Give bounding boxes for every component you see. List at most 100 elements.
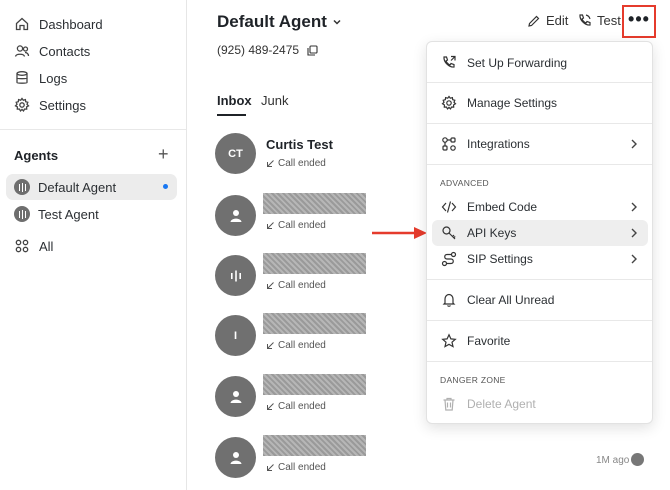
call-status: Call ended xyxy=(266,401,326,412)
waveform-icon xyxy=(14,179,30,195)
menu-item-integrations[interactable]: Integrations xyxy=(432,131,648,157)
chevron-right-icon xyxy=(631,202,637,212)
sidebar-agent-default[interactable]: Default Agent xyxy=(6,174,177,200)
gear-icon xyxy=(14,97,30,112)
menu-item-label: Embed Code xyxy=(467,200,538,214)
more-options-button[interactable]: ••• xyxy=(622,5,656,38)
menu-item-label: Delete Agent xyxy=(467,397,536,411)
menu-item-label: Clear All Unread xyxy=(467,293,555,307)
redacted-name xyxy=(263,374,366,395)
sidebar-item-label: Logs xyxy=(39,70,68,86)
agents-heading: Agents xyxy=(14,148,59,163)
code-icon xyxy=(441,201,457,213)
pencil-icon xyxy=(528,15,540,27)
sidebar-item-logs[interactable]: Logs xyxy=(14,67,67,89)
edit-button[interactable]: Edit xyxy=(527,13,568,28)
menu-divider xyxy=(427,279,652,280)
person-icon xyxy=(230,209,241,222)
avatar xyxy=(215,376,256,417)
contact-name: Curtis Test xyxy=(266,137,333,152)
sidebar-item-label: Contacts xyxy=(39,43,91,59)
phone-forward-icon xyxy=(443,55,456,68)
sidebar-item-settings[interactable]: Settings xyxy=(14,94,86,116)
chevron-right-icon xyxy=(631,139,637,149)
arrow-down-left-icon xyxy=(267,282,274,289)
sidebar: Dashboard Contacts Logs Settings Agents … xyxy=(0,0,187,490)
call-status: Call ended xyxy=(266,280,326,291)
redacted-name xyxy=(263,435,366,456)
database-icon xyxy=(16,71,28,84)
chevron-down-icon xyxy=(333,19,341,25)
menu-item-favorite[interactable]: Favorite xyxy=(432,328,648,354)
agent-label: Test Agent xyxy=(38,206,99,222)
tab-inbox[interactable]: Inbox xyxy=(217,93,252,108)
grid-icon xyxy=(15,239,29,253)
menu-item-setup-forwarding[interactable]: Set Up Forwarding xyxy=(432,50,648,76)
sidebar-item-dashboard[interactable]: Dashboard xyxy=(14,13,103,35)
agent-selector[interactable]: Default Agent xyxy=(217,12,343,32)
call-status: Call ended xyxy=(266,340,326,351)
contacts-icon xyxy=(14,45,30,57)
route-icon xyxy=(441,251,457,267)
danger-zone-title: DANGER ZONE xyxy=(440,375,506,385)
avatar: CT xyxy=(215,133,256,174)
menu-item-api-keys[interactable]: API Keys xyxy=(432,220,648,246)
menu-item-manage-settings[interactable]: Manage Settings xyxy=(432,90,648,116)
call-status-text: Call ended xyxy=(278,401,326,412)
menu-divider xyxy=(427,123,652,124)
arrow-down-left-icon xyxy=(267,342,274,349)
menu-item-embed-code[interactable]: Embed Code xyxy=(432,194,648,220)
more-options-menu: Set Up Forwarding Manage Settings Integr… xyxy=(426,41,653,424)
advanced-section-title: ADVANCED xyxy=(440,178,490,188)
avatar xyxy=(215,195,256,236)
waveform-icon xyxy=(14,206,30,222)
menu-item-sip-settings[interactable]: SIP Settings xyxy=(432,246,648,272)
chevron-right-icon xyxy=(631,228,637,238)
tab-junk[interactable]: Junk xyxy=(261,93,288,108)
redacted-name xyxy=(263,253,366,274)
person-icon xyxy=(230,390,241,403)
test-call-button[interactable]: Test xyxy=(577,13,621,28)
menu-item-delete-agent[interactable]: Delete Agent xyxy=(432,391,648,417)
call-status: Call ended xyxy=(266,158,326,169)
arrow-down-left-icon xyxy=(267,222,274,229)
call-status-text: Call ended xyxy=(278,340,326,351)
add-agent-button[interactable]: + xyxy=(158,144,169,164)
unread-dot xyxy=(163,184,168,189)
more-icon: ••• xyxy=(628,8,650,29)
sidebar-item-all[interactable]: All xyxy=(14,235,53,257)
menu-item-label: Favorite xyxy=(467,334,511,348)
sidebar-divider xyxy=(0,129,186,130)
home-icon xyxy=(15,17,29,31)
agent-phone: (925) 489-2475 xyxy=(217,43,318,57)
call-status-text: Call ended xyxy=(278,280,326,291)
arrow-right-icon xyxy=(372,227,427,239)
menu-item-clear-all-unread[interactable]: Clear All Unread xyxy=(432,287,648,313)
phone-number: (925) 489-2475 xyxy=(217,43,300,57)
menu-item-label: SIP Settings xyxy=(467,252,533,266)
person-icon xyxy=(230,451,241,464)
integrations-icon xyxy=(442,137,456,151)
call-status-text: Call ended xyxy=(278,220,326,231)
copy-icon[interactable] xyxy=(307,44,318,56)
timestamp: 1M ago xyxy=(596,455,630,466)
arrow-down-left-icon xyxy=(267,160,274,167)
agent-label: Default Agent xyxy=(38,179,117,195)
conversation-item[interactable]: Call ended 1M ago xyxy=(215,435,655,479)
menu-divider xyxy=(427,82,652,83)
edit-label: Edit xyxy=(546,13,569,28)
key-icon xyxy=(442,226,456,240)
menu-item-label: Set Up Forwarding xyxy=(467,56,568,70)
bell-icon xyxy=(442,293,456,307)
arrow-down-left-icon xyxy=(267,464,274,471)
sidebar-agent-test[interactable]: Test Agent xyxy=(6,201,177,227)
menu-divider xyxy=(427,361,652,362)
waveform-icon xyxy=(230,270,241,281)
redacted-name xyxy=(263,313,366,334)
call-status: Call ended xyxy=(266,220,326,231)
trash-icon xyxy=(443,397,455,411)
sidebar-item-contacts[interactable]: Contacts xyxy=(14,40,90,62)
menu-item-label: Integrations xyxy=(467,137,530,151)
call-status: Call ended xyxy=(266,462,326,473)
menu-divider xyxy=(427,164,652,165)
